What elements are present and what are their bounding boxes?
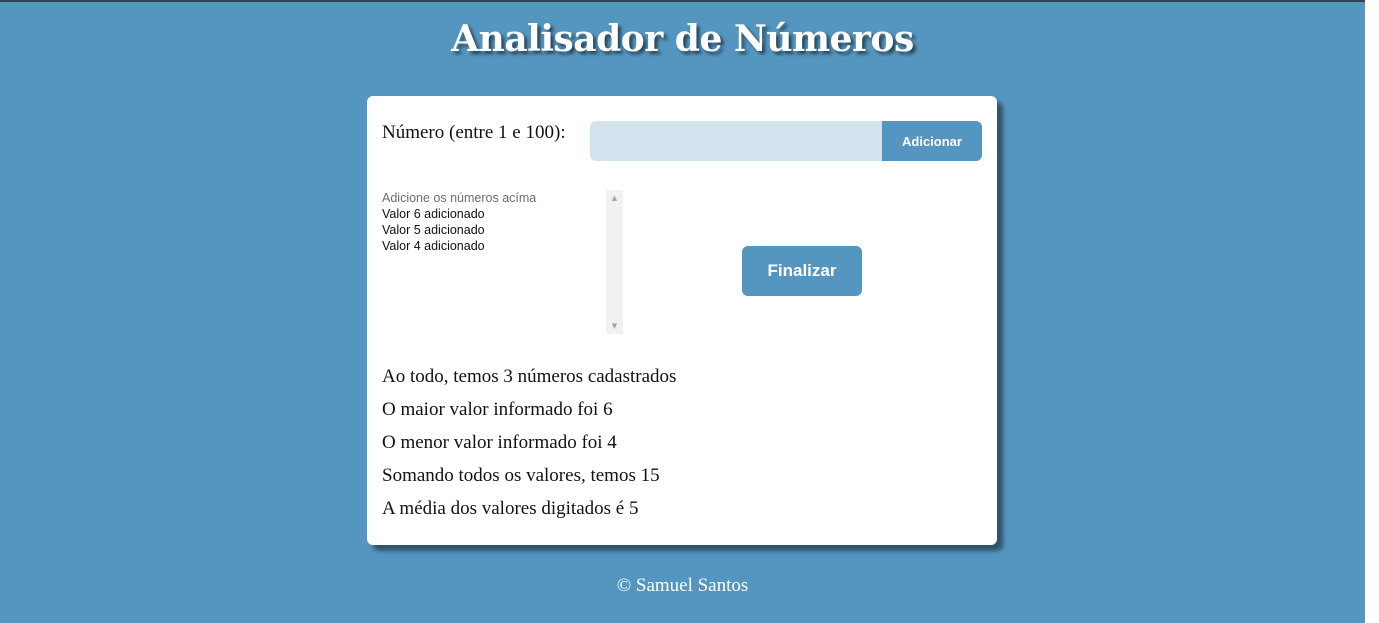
analyzer-card: Número (entre 1 e 100): Adicionar Adicio…: [367, 96, 997, 545]
page-background: Analisador de Números Número (entre 1 e …: [0, 0, 1365, 623]
list-item[interactable]: Valor 6 adicionado: [382, 206, 623, 222]
values-listbox[interactable]: Adicione os números acíma Valor 6 adicio…: [382, 190, 623, 334]
footer-copyright: © Samuel Santos: [616, 575, 749, 596]
page-title: Analisador de Números: [451, 18, 914, 60]
result-min: O menor valor informado foi 4: [382, 432, 617, 453]
list-item[interactable]: Adicione os números acíma: [382, 190, 623, 206]
result-sum: Somando todos os valores, temos 15: [382, 465, 660, 486]
add-button[interactable]: Adicionar: [882, 121, 982, 161]
arrow-down-icon[interactable]: ▼: [606, 319, 623, 333]
results-panel: Ao todo, temos 3 números cadastrados O m…: [382, 364, 982, 529]
list-item[interactable]: Valor 4 adicionado: [382, 238, 623, 254]
list-item[interactable]: Valor 5 adicionado: [382, 222, 623, 238]
arrow-up-icon[interactable]: ▲: [606, 191, 623, 205]
result-count: Ao todo, temos 3 números cadastrados: [382, 366, 677, 387]
listbox-scrollbar[interactable]: ▲ ▼: [606, 190, 623, 334]
finish-button[interactable]: Finalizar: [742, 246, 862, 296]
result-max: O maior valor informado foi 6: [382, 399, 613, 420]
result-average: A média dos valores digitados é 5: [382, 498, 639, 519]
number-label: Número (entre 1 e 100):: [382, 122, 566, 143]
number-input[interactable]: [590, 121, 884, 161]
